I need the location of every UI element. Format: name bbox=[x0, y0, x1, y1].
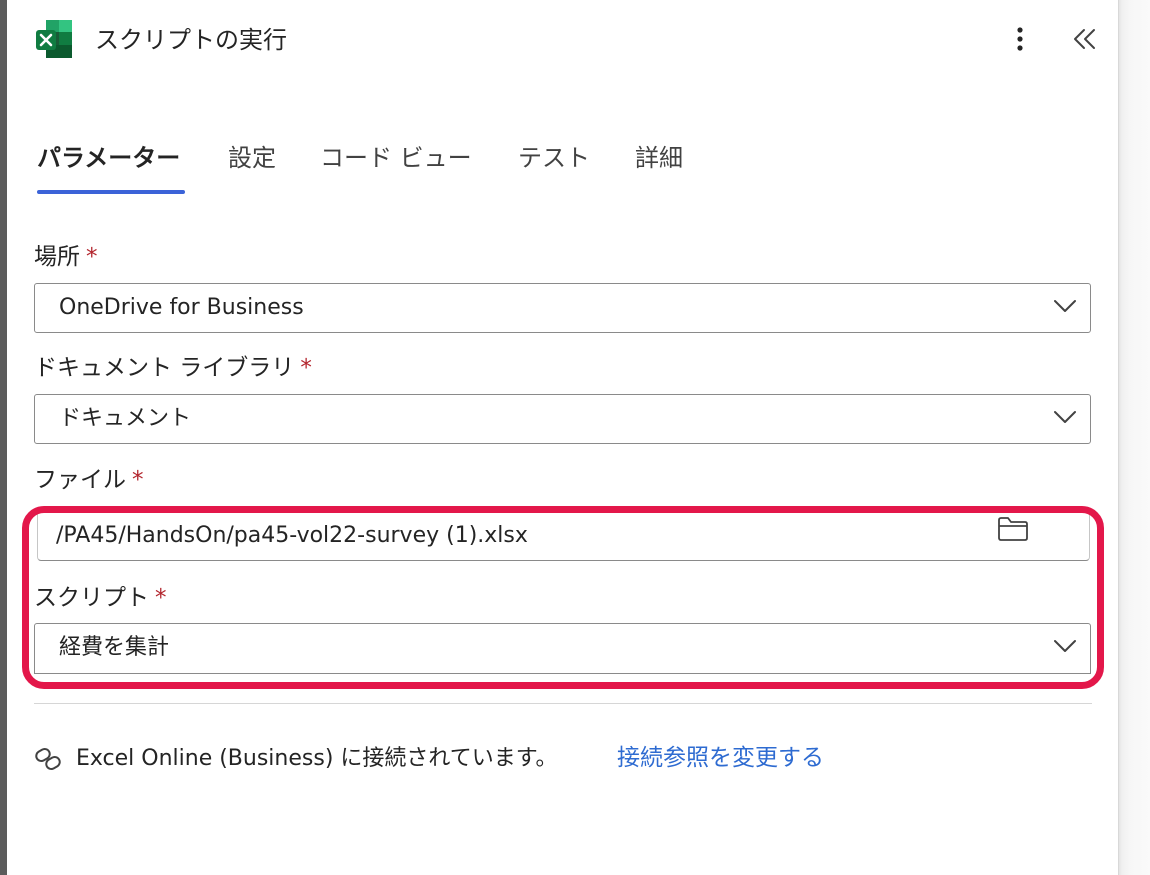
required-mark: * bbox=[300, 355, 312, 381]
library-label-text: ドキュメント ライブラリ bbox=[34, 355, 295, 381]
chevron-down-icon bbox=[1054, 300, 1076, 312]
library-dropdown[interactable]: ドキュメント bbox=[34, 394, 1091, 444]
change-connection-link[interactable]: 接続参照を変更する bbox=[617, 741, 824, 775]
chevron-down-icon bbox=[1054, 411, 1076, 423]
window-edge bbox=[0, 0, 7, 875]
more-vertical-icon bbox=[1017, 27, 1023, 51]
tab-settings[interactable]: 設定 bbox=[228, 140, 276, 176]
more-options-button[interactable] bbox=[1005, 22, 1035, 56]
action-panel: スクリプトの実行 パラメーター 設定 コード ビュー テスト 詳細 場所 * On… bbox=[7, 0, 1118, 875]
folder-icon[interactable] bbox=[996, 514, 1030, 544]
file-path-value: /PA45/HandsOn/pa45-vol22-survey (1).xlsx bbox=[56, 523, 528, 548]
panel-shadow bbox=[1118, 0, 1150, 875]
script-label-text: スクリプト bbox=[34, 585, 149, 611]
location-label: 場所 * bbox=[34, 240, 98, 274]
double-chevron-left-icon bbox=[1074, 29, 1095, 49]
file-path-input[interactable]: /PA45/HandsOn/pa45-vol22-survey (1).xlsx bbox=[37, 512, 1090, 561]
tab-parameters[interactable]: パラメーター bbox=[37, 140, 180, 176]
library-value: ドキュメント bbox=[59, 406, 192, 431]
required-mark: * bbox=[155, 585, 167, 611]
file-label-text: ファイル bbox=[34, 467, 126, 493]
divider bbox=[34, 703, 1092, 704]
required-mark: * bbox=[132, 467, 144, 493]
library-label: ドキュメント ライブラリ * bbox=[34, 351, 312, 385]
excel-icon bbox=[36, 20, 72, 58]
file-label: ファイル * bbox=[34, 463, 144, 497]
location-value: OneDrive for Business bbox=[59, 295, 304, 320]
connection-status-text: Excel Online (Business) に接続されています。 bbox=[76, 746, 558, 771]
link-icon bbox=[35, 748, 61, 770]
location-label-text: 場所 bbox=[34, 244, 80, 270]
tab-test[interactable]: テスト bbox=[518, 140, 590, 176]
tab-code-view[interactable]: コード ビュー bbox=[320, 140, 472, 176]
tab-details[interactable]: 詳細 bbox=[635, 140, 683, 176]
script-dropdown[interactable]: 経費を集計 bbox=[34, 623, 1091, 674]
page-title: スクリプトの実行 bbox=[95, 26, 287, 54]
collapse-panel-button[interactable] bbox=[1067, 20, 1103, 58]
location-dropdown[interactable]: OneDrive for Business bbox=[34, 283, 1091, 333]
script-label: スクリプト * bbox=[34, 581, 167, 615]
script-value: 経費を集計 bbox=[59, 635, 170, 660]
chevron-down-icon bbox=[1054, 640, 1076, 652]
required-mark: * bbox=[86, 244, 98, 270]
active-tab-indicator bbox=[37, 190, 185, 194]
